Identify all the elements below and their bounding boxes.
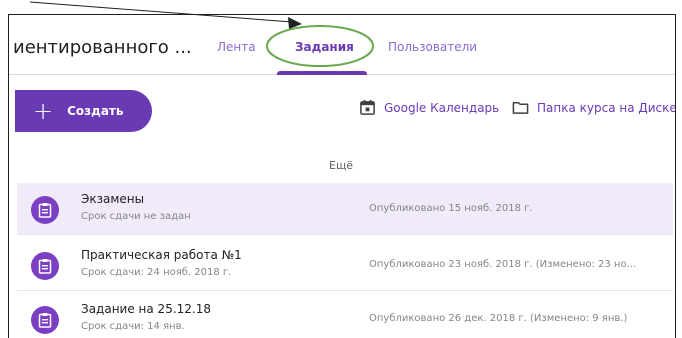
- create-button[interactable]: + Создать: [15, 90, 152, 132]
- assignment-due: Срок сдачи: 14 янв.: [81, 321, 185, 332]
- assignment-row[interactable]: Экзамены Срок сдачи не задан Опубликован…: [17, 183, 673, 235]
- google-calendar-button[interactable]: Google Календарь: [359, 99, 499, 116]
- assignment-due: Срок сдачи не задан: [81, 211, 191, 222]
- assignment-published: Опубликовано 23 нояб. 2018 г. (Изменено:…: [369, 259, 637, 270]
- tab-people[interactable]: Пользователи: [388, 40, 477, 54]
- classroom-window: иентированного ... Лента Задания Пользов…: [8, 14, 676, 338]
- drive-folder-button[interactable]: Папка курса на Диске: [512, 99, 676, 116]
- active-tab-indicator: [277, 71, 367, 75]
- create-button-label: Создать: [67, 104, 124, 118]
- assignment-title: Экзамены: [81, 192, 145, 206]
- course-title[interactable]: иентированного ...: [13, 37, 192, 58]
- assignment-row[interactable]: Практическая работа №1 Срок сдачи: 24 но…: [17, 239, 673, 291]
- top-bar: иентированного ... Лента Задания Пользов…: [9, 15, 675, 75]
- assignment-due: Срок сдачи: 24 нояб. 2018 г.: [81, 267, 232, 278]
- assignment-icon: [31, 306, 59, 334]
- assignment-icon: [31, 196, 59, 224]
- assignment-published: Опубликовано 15 нояб. 2018 г.: [369, 203, 533, 214]
- plus-icon: +: [33, 97, 54, 125]
- tab-classwork[interactable]: Задания: [295, 40, 354, 54]
- assignment-title: Задание на 25.12.18: [81, 302, 211, 316]
- assignment-title: Практическая работа №1: [81, 248, 242, 262]
- assignment-published: Опубликовано 26 дек. 2018 г. (Изменено: …: [369, 313, 628, 324]
- tab-stream[interactable]: Лента: [217, 40, 256, 54]
- assignment-row[interactable]: Задание на 25.12.18 Срок сдачи: 14 янв. …: [17, 293, 673, 338]
- folder-icon: [512, 102, 529, 114]
- assignment-icon: [31, 252, 59, 280]
- google-calendar-label: Google Календарь: [384, 100, 500, 115]
- calendar-icon: [360, 99, 375, 115]
- drive-folder-label: Папка курса на Диске: [537, 100, 676, 115]
- more-link[interactable]: Ещё: [329, 159, 353, 172]
